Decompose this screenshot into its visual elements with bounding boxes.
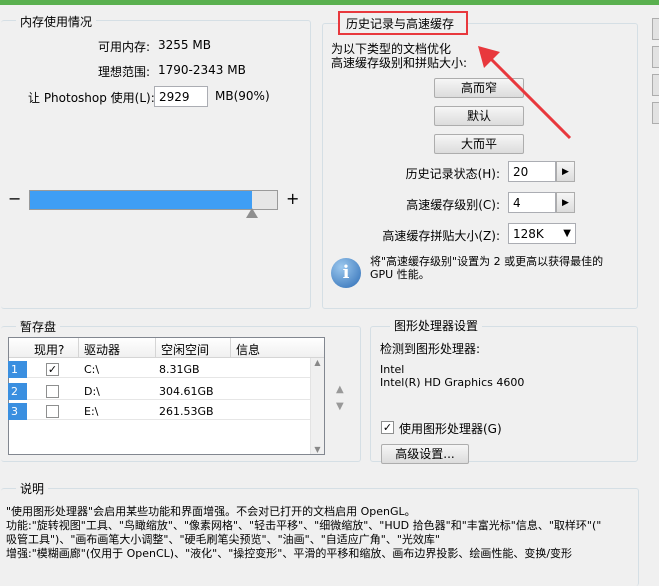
gpu-vendor: Intel [380, 363, 405, 376]
side-button-edge[interactable] [652, 74, 659, 96]
description-title: 说明 [16, 480, 49, 497]
tile-size-label: 高速缓存拼贴大小(Z): [382, 229, 500, 243]
header-drive[interactable]: 驱动器 [84, 341, 120, 358]
header-info[interactable]: 信息 [236, 341, 260, 358]
chevron-down-icon: ▼ [563, 228, 571, 239]
memory-slider-thumb[interactable] [246, 208, 258, 218]
photoshop-usage-input[interactable]: 2929 [154, 86, 208, 107]
history-states-label: 历史记录状态(H): [405, 167, 500, 181]
side-button-edge[interactable] [652, 46, 659, 68]
cache-levels-input[interactable]: 4 [508, 192, 556, 213]
tile-size-select[interactable]: 128K ▼ [508, 223, 576, 244]
photoshop-usage-label: 让 Photoshop 使用(L): [28, 91, 155, 105]
scroll-up-icon[interactable]: ▲ [311, 358, 324, 367]
row-free-space: 304.61GB [159, 385, 214, 398]
slider-minus-icon: − [8, 189, 22, 208]
ideal-range-label: 理想范围: [97, 65, 150, 79]
scratch-disk-title: 暂存盘 [16, 318, 61, 335]
ideal-range-value: 1790-2343 MB [158, 63, 246, 77]
row-active-checkbox[interactable] [46, 405, 59, 418]
memory-slider-track[interactable] [29, 190, 278, 210]
info-line2: GPU 性能。 [370, 268, 430, 281]
row-drive: D:\ [84, 385, 100, 398]
history-cache-title: 历史记录与高速缓存 [346, 17, 455, 31]
history-states-spin-button[interactable]: ▶ [556, 161, 575, 182]
info-icon: i [331, 258, 361, 288]
tile-size-value: 128K [513, 227, 544, 241]
row-drive: E:\ [84, 405, 99, 418]
row-number: 3 [8, 403, 27, 420]
table-row[interactable]: 3 E:\ 261.53GB [8, 403, 310, 420]
cache-levels-spin-button[interactable]: ▶ [556, 192, 575, 213]
side-button-edge[interactable] [652, 18, 659, 40]
header-divider [155, 338, 156, 358]
row-number: 2 [8, 383, 27, 400]
history-states-input[interactable]: 20 [508, 161, 556, 182]
row-active-checkbox[interactable] [46, 385, 59, 398]
use-gpu-checkbox[interactable]: ✓ [381, 421, 394, 434]
window-top-accent [0, 0, 659, 5]
use-gpu-label[interactable]: 使用图形处理器(G) [399, 420, 502, 437]
header-free-space[interactable]: 空闲空间 [161, 341, 209, 358]
gpu-model: Intel(R) HD Graphics 4600 [380, 376, 525, 389]
memory-usage-title: 内存使用情况 [16, 13, 97, 30]
side-button-edge[interactable] [652, 102, 659, 124]
header-divider [230, 338, 231, 358]
row-active-checkbox[interactable]: ✓ [46, 363, 59, 376]
cache-levels-label: 高速缓存级别(C): [406, 198, 500, 212]
gpu-settings-title: 图形处理器设置 [390, 317, 483, 334]
row-free-space: 8.31GB [159, 363, 200, 376]
gpu-detected-label: 检测到图形处理器: [380, 342, 481, 356]
annotation-arrow [478, 46, 572, 140]
move-down-icon[interactable]: ▼ [336, 401, 344, 412]
advanced-settings-button[interactable]: 高级设置... [381, 444, 469, 464]
photoshop-usage-unit: MB(90%) [215, 89, 270, 103]
available-memory-label: 可用内存: [97, 40, 150, 54]
slider-plus-icon: + [286, 189, 300, 208]
table-row[interactable]: 2 D:\ 304.61GB [8, 383, 310, 400]
scroll-down-icon[interactable]: ▼ [311, 445, 324, 454]
history-desc-line2: 高速缓存级别和拼贴大小: [331, 56, 468, 70]
available-memory-value: 3255 MB [158, 38, 211, 52]
row-drive: C:\ [84, 363, 100, 376]
move-up-icon[interactable]: ▲ [336, 384, 344, 395]
table-row[interactable]: 1 ✓ C:\ 8.31GB [8, 361, 310, 378]
memory-slider-fill [30, 191, 252, 209]
row-free-space: 261.53GB [159, 405, 214, 418]
table-scrollbar[interactable]: ▲ ▼ [310, 358, 324, 454]
header-active[interactable]: 现用? [34, 341, 64, 358]
row-number: 1 [8, 361, 27, 378]
description-line4: 增强:"模糊画廊"(仅用于 OpenCL)、"液化"、"操控变形"、平滑的平移和… [6, 547, 573, 560]
memory-usage-group [1, 20, 311, 309]
header-divider [78, 338, 79, 358]
